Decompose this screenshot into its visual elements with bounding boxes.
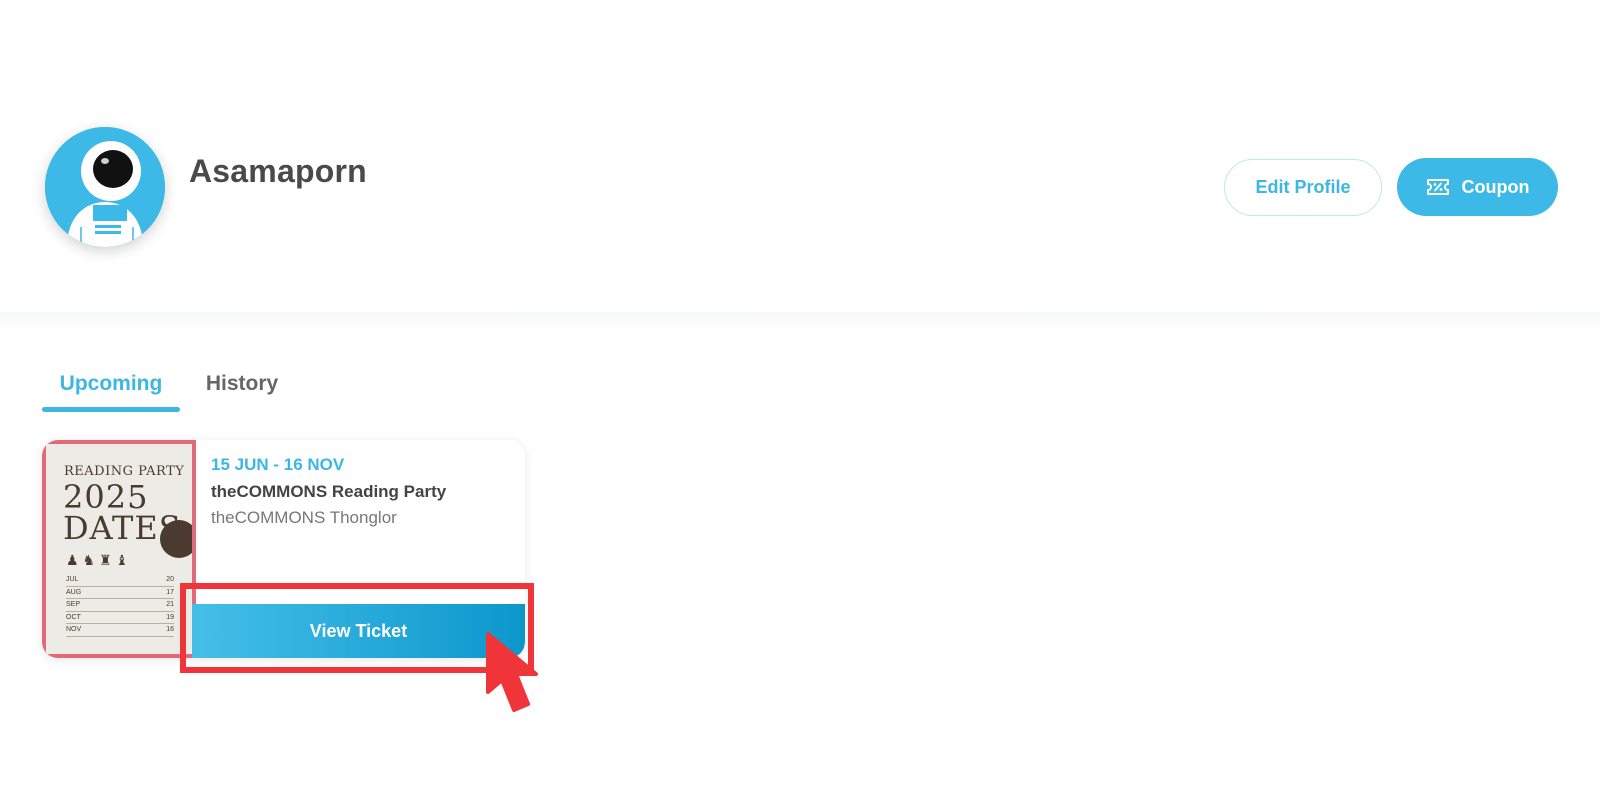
event-card[interactable]: READING PARTY 2025 DATES ♟♞♜♝ JUL 20 AUG 1… [42, 440, 525, 658]
edit-profile-button[interactable]: Edit Profile [1224, 159, 1382, 216]
poster-figures-icon: ♟♞♜♝ [66, 552, 133, 568]
poster-heading: READING PARTY [64, 464, 185, 479]
section-divider [0, 312, 1600, 330]
poster-date-row: AUG 17 [66, 587, 174, 599]
event-venue: theCOMMONS Thonglor [211, 508, 397, 527]
tab-upcoming[interactable]: Upcoming [42, 360, 180, 412]
tab-history[interactable]: History [202, 360, 282, 408]
astronaut-icon [45, 127, 165, 247]
avatar[interactable] [45, 127, 165, 247]
event-title: theCOMMONS Reading Party [211, 482, 447, 501]
coupon-button[interactable]: Coupon [1397, 158, 1558, 216]
view-ticket-label: View Ticket [309, 620, 408, 641]
coupon-label: Coupon [1461, 176, 1530, 197]
poster-date-row: SEP 21 [66, 599, 174, 612]
event-date: 15 JUN - 16 NOV [211, 455, 345, 474]
profile-header: Asamaporn Edit Profile Coupon [0, 0, 1600, 312]
poster-artwork: READING PARTY 2025 DATES ♟♞♜♝ JUL 20 AUG 1… [46, 444, 192, 654]
poster-badge [160, 520, 192, 558]
tab-history-label: History [205, 372, 279, 395]
poster-date-row: JUL 20 [66, 574, 174, 587]
poster-date-row: OCT 19 [66, 612, 174, 624]
event-poster: READING PARTY 2025 DATES ♟♞♜♝ JUL 20 AUG 1… [42, 440, 196, 658]
coupon-ticket-icon [1426, 179, 1449, 195]
edit-profile-label: Edit Profile [1255, 177, 1351, 197]
poster-date-row: NOV 16 [66, 624, 174, 637]
user-name: Asamaporn [189, 153, 367, 189]
view-ticket-button[interactable]: View Ticket [192, 604, 525, 658]
tab-upcoming-label: Upcoming [59, 372, 163, 395]
poster-date-list: JUL 20 AUG 17 SEP 21 OCT 19 NOV 16 [66, 574, 174, 637]
